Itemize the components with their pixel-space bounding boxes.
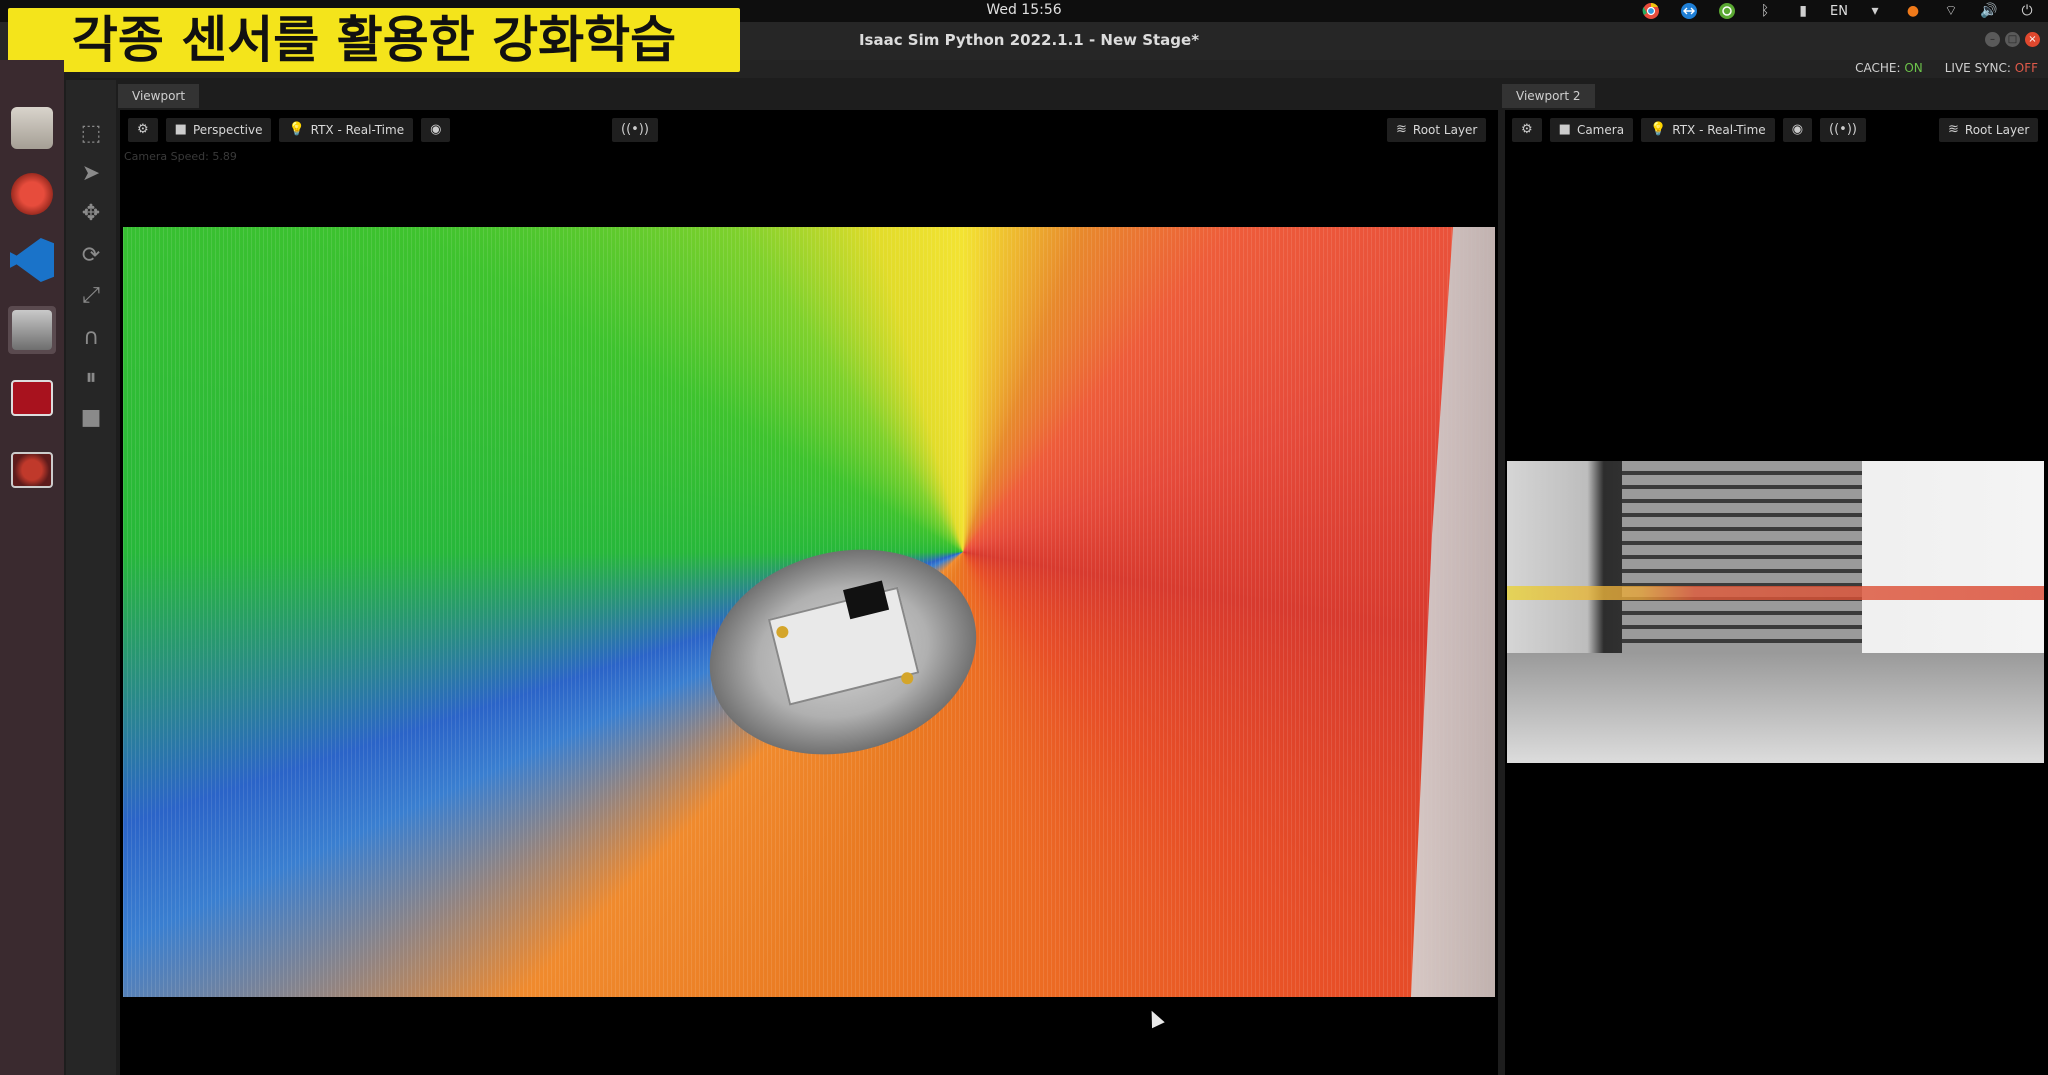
subtitle-banner: 각종 센서를 활용한 강화학습: [8, 8, 740, 72]
eye-icon: ◉: [1791, 122, 1804, 137]
notification-dot-icon[interactable]: ●: [1902, 1, 1924, 21]
teamviewer-icon[interactable]: [1678, 1, 1700, 21]
bluetooth-icon[interactable]: ᛒ: [1754, 1, 1776, 21]
maximize-button[interactable]: □: [2005, 32, 2020, 47]
viewport-1-toolbar: ⚙ ■ Perspective 💡 RTX - Real-Time ◉: [128, 118, 451, 142]
launcher-settings[interactable]: [8, 170, 56, 218]
cache-status: CACHE: ON LIVE SYNC: OFF: [1855, 61, 2038, 75]
recorder-app-icon: [11, 452, 53, 488]
live-sync-value: OFF: [2014, 61, 2038, 75]
chrome-icon[interactable]: [1640, 1, 1662, 21]
cache-value: ON: [1904, 61, 1923, 75]
viewport-2-toolbar: ⚙ ■ Camera 💡 RTX - Real-Time ◉ ((•)): [1512, 118, 1866, 142]
tab-viewport-2[interactable]: Viewport 2: [1502, 84, 1595, 108]
viewport-2-renderer-label: RTX - Real-Time: [1672, 123, 1766, 137]
robot-top-plate: [767, 586, 920, 706]
viewport-2-settings-button[interactable]: ⚙: [1512, 118, 1542, 142]
game-app-icon: [11, 380, 53, 416]
viewport-settings-button[interactable]: ⚙: [128, 118, 158, 142]
viewport-1-layer: ≋ Root Layer: [1387, 118, 1487, 142]
nvidia-icon[interactable]: [1716, 1, 1738, 21]
snap-tool-icon[interactable]: ∩: [74, 320, 108, 354]
viewport-2-broadcast-button[interactable]: ((•)): [1820, 118, 1866, 142]
settings-app-icon: [11, 173, 53, 215]
language-indicator[interactable]: EN: [1830, 4, 1848, 19]
video-camera-icon: ■: [1558, 122, 1571, 137]
lightbulb-icon: 💡: [1650, 122, 1667, 137]
gear-icon: ⚙: [137, 122, 149, 137]
gear-icon: ⚙: [1521, 122, 1533, 137]
viewport-2-layer: ≋ Root Layer: [1939, 118, 2039, 142]
renderer-label: RTX - Real-Time: [310, 123, 405, 137]
viewport-2-visibility-button[interactable]: ◉: [1782, 118, 1813, 142]
volume-icon[interactable]: 🔊: [1978, 1, 2000, 21]
app-launcher: [0, 60, 64, 1075]
camera-select-button[interactable]: ■ Perspective: [165, 118, 272, 142]
minimize-button[interactable]: –: [1985, 32, 2000, 47]
cache-label: CACHE:: [1855, 61, 1901, 75]
broadcast-button[interactable]: ((•)): [612, 118, 658, 142]
live-sync-indicator[interactable]: LIVE SYNC: OFF: [1945, 61, 2038, 75]
launcher-vscode[interactable]: [8, 236, 56, 284]
camera-render-view[interactable]: [1507, 461, 2044, 763]
launcher-files[interactable]: [8, 104, 56, 152]
live-sync-label: LIVE SYNC:: [1944, 61, 2011, 75]
files-app-icon: [11, 107, 53, 149]
pause-icon[interactable]: ⏸: [74, 360, 108, 394]
camera-label: Perspective: [192, 123, 263, 137]
launcher-game[interactable]: [8, 374, 56, 422]
launcher-isaac-sim[interactable]: [8, 306, 56, 354]
arrow-tool-icon[interactable]: ➤: [74, 156, 108, 190]
lidar-render-view[interactable]: [123, 227, 1495, 997]
layers-icon: ≋: [1948, 122, 1959, 137]
select-tool-icon[interactable]: ⬚: [74, 116, 108, 150]
viewport-2-renderer-button[interactable]: 💡 RTX - Real-Time: [1641, 118, 1775, 142]
tab-viewport[interactable]: Viewport: [118, 84, 200, 108]
floor-plane: [1507, 653, 2044, 763]
tool-column: ⬚ ➤ ✥ ⟳ ⤢ ∩ ⏸ ■: [66, 80, 116, 1075]
system-tray: ᛒ ▮ EN ▾ ● ⌔ 🔊 ⏻: [1640, 0, 2038, 22]
layers-icon: ≋: [1396, 122, 1407, 137]
renderer-select-button[interactable]: 💡 RTX - Real-Time: [279, 118, 414, 142]
power-icon[interactable]: ⏻: [2016, 1, 2038, 21]
vscode-app-icon: [10, 238, 54, 282]
stop-icon[interactable]: ■: [74, 400, 108, 434]
root-layer-label: Root Layer: [1412, 123, 1478, 137]
cache-indicator[interactable]: CACHE: ON: [1855, 61, 1923, 75]
window-controls: – □ ×: [1985, 32, 2040, 47]
viewport-2-root-layer-label: Root Layer: [1964, 123, 2030, 137]
broadcast-icon: ((•)): [1829, 122, 1857, 137]
visibility-button[interactable]: ◉: [421, 118, 451, 142]
viewport-1-broadcast: ((•)): [612, 118, 658, 142]
launcher-recorder[interactable]: [8, 446, 56, 494]
rotate-tool-icon[interactable]: ⟳: [74, 238, 108, 272]
viewport-2-camera-label: Camera: [1576, 123, 1625, 137]
shutter-door: [1622, 461, 1862, 661]
camera-speed-readout: Camera Speed: 5.89: [124, 150, 237, 163]
battery-icon[interactable]: ▮: [1792, 1, 1814, 21]
viewport-2-root-layer-button[interactable]: ≋ Root Layer: [1939, 118, 2039, 142]
viewport-2-camera-button[interactable]: ■ Camera: [1549, 118, 1634, 142]
isaac-sim-app-icon: [12, 310, 52, 350]
lidar-laser-band: [1507, 586, 2044, 600]
video-camera-icon: ■: [174, 122, 187, 137]
move-tool-icon[interactable]: ✥: [74, 196, 108, 230]
wifi-icon[interactable]: ⌔: [1940, 1, 1962, 21]
broadcast-icon: ((•)): [621, 122, 649, 137]
root-layer-button[interactable]: ≋ Root Layer: [1387, 118, 1487, 142]
lightbulb-icon: 💡: [288, 122, 305, 137]
eye-icon: ◉: [430, 122, 442, 137]
scale-tool-icon[interactable]: ⤢: [74, 278, 108, 312]
chevron-down-icon[interactable]: ▾: [1864, 1, 1886, 21]
close-button[interactable]: ×: [2025, 32, 2040, 47]
